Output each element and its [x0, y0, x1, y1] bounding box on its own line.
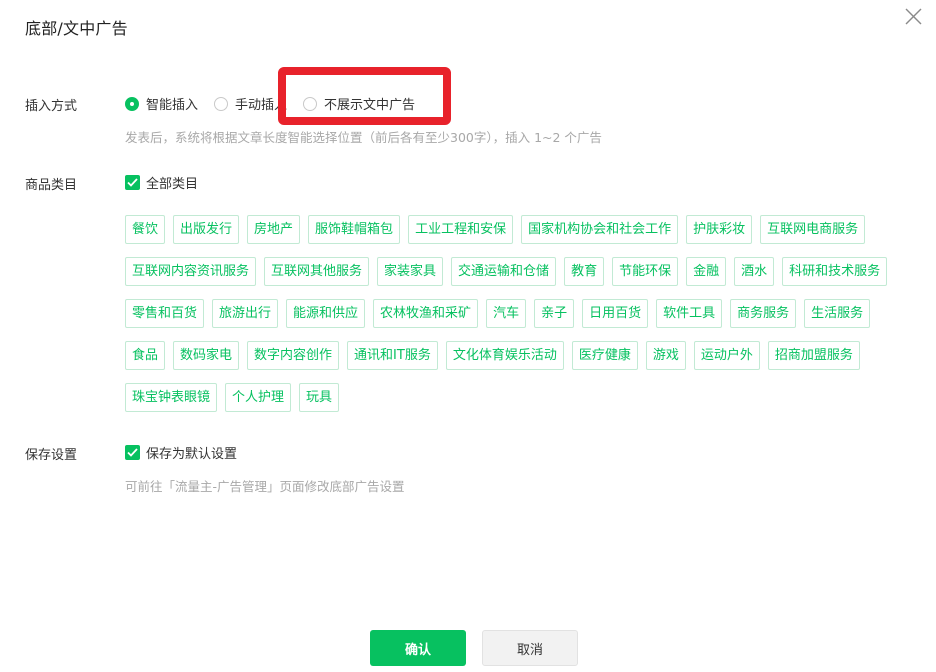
category-tag[interactable]: 餐饮: [125, 215, 166, 244]
category-tag[interactable]: 个人护理: [225, 383, 292, 412]
dialog-title: 底部/文中广告: [25, 19, 128, 38]
save-settings-label: 保存设置: [25, 448, 78, 463]
category-label: 商品类目: [25, 178, 78, 193]
category-tag[interactable]: 软件工具: [656, 299, 723, 328]
cancel-button[interactable]: 取消: [482, 630, 578, 666]
category-tag[interactable]: 亲子: [534, 299, 575, 328]
category-tag[interactable]: 农林牧渔和采矿: [373, 299, 479, 328]
category-tag[interactable]: 商务服务: [730, 299, 797, 328]
category-tag[interactable]: 金融: [686, 257, 727, 286]
confirm-button[interactable]: 确认: [370, 630, 466, 666]
check-icon: [127, 178, 138, 187]
category-tag[interactable]: 互联网电商服务: [760, 215, 866, 244]
category-tag[interactable]: 通讯和IT服务: [347, 341, 438, 370]
category-tag[interactable]: 酒水: [734, 257, 775, 286]
category-tag[interactable]: 互联网内容资讯服务: [125, 257, 257, 286]
save-default-text: 保存为默认设置: [146, 447, 238, 462]
category-tag[interactable]: 互联网其他服务: [264, 257, 370, 286]
category-tag[interactable]: 零售和百货: [125, 299, 205, 328]
category-tag[interactable]: 食品: [125, 341, 166, 370]
category-tag[interactable]: 房地产: [247, 215, 301, 244]
category-tag[interactable]: 教育: [564, 257, 605, 286]
category-tag[interactable]: 玩具: [299, 383, 340, 412]
radio-label: 智能插入: [146, 98, 199, 113]
insert-mode-label: 插入方式: [25, 99, 78, 114]
insert-mode-hint: 发表后，系统将根据文章长度智能选择位置（前后各有至少300字），插入 1~2 个…: [125, 130, 602, 145]
close-icon: [905, 8, 922, 25]
radio-no-inline-ad[interactable]: 不展示文中广告: [303, 94, 415, 113]
category-tag[interactable]: 服饰鞋帽箱包: [308, 215, 401, 244]
close-button[interactable]: [903, 6, 925, 28]
category-tag[interactable]: 工业工程和安保: [408, 215, 514, 244]
save-default-checkbox[interactable]: 保存为默认设置: [125, 443, 237, 462]
category-tag[interactable]: 节能环保: [612, 257, 679, 286]
check-icon: [127, 448, 138, 457]
all-categories-text: 全部类目: [146, 177, 199, 192]
category-tag[interactable]: 交通运输和仓储: [451, 257, 557, 286]
checkbox-checked[interactable]: [125, 445, 140, 460]
all-categories-checkbox[interactable]: 全部类目: [125, 173, 198, 192]
category-tag[interactable]: 能源和供应: [286, 299, 366, 328]
category-tag[interactable]: 汽车: [486, 299, 527, 328]
radio-smart-insert[interactable]: 智能插入: [125, 94, 198, 113]
category-tag[interactable]: 珠宝钟表眼镜: [125, 383, 218, 412]
radio-manual-insert[interactable]: 手动插入: [214, 94, 287, 113]
category-tag[interactable]: 科研和技术服务: [782, 257, 888, 286]
category-tag[interactable]: 旅游出行: [212, 299, 279, 328]
category-tag[interactable]: 文化体育娱乐活动: [445, 341, 564, 370]
category-tag[interactable]: 护肤彩妆: [686, 215, 753, 244]
radio-label: 手动插入: [235, 98, 288, 113]
insert-mode-radio-group: 智能插入 手动插入 不展示文中广告: [125, 94, 431, 113]
radio-button[interactable]: [214, 96, 229, 111]
category-tag-list: 餐饮 出版发行 房地产 服饰鞋帽箱包 工业工程和安保 国家机构协会和社会工作 护肤彩妆 互联网…: [125, 215, 915, 412]
category-tag[interactable]: 游戏: [645, 341, 686, 370]
category-tag[interactable]: 招商加盟服务: [767, 341, 860, 370]
radio-label: 不展示文中广告: [324, 98, 416, 113]
checkbox-checked[interactable]: [125, 175, 140, 190]
radio-button[interactable]: [303, 96, 318, 111]
category-tag[interactable]: 医疗健康: [571, 341, 638, 370]
category-tag[interactable]: 出版发行: [173, 215, 240, 244]
category-tag[interactable]: 数字内容创作: [247, 341, 340, 370]
category-tag[interactable]: 国家机构协会和社会工作: [521, 215, 679, 244]
save-settings-hint: 可前往「流量主-广告管理」页面修改底部广告设置: [125, 479, 405, 494]
category-tag[interactable]: 日用百货: [582, 299, 649, 328]
category-tag[interactable]: 数码家电: [173, 341, 240, 370]
category-tag[interactable]: 运动户外: [693, 341, 760, 370]
radio-button-checked[interactable]: [125, 96, 139, 111]
category-tag[interactable]: 生活服务: [804, 299, 871, 328]
category-tag[interactable]: 家装家具: [377, 257, 444, 286]
